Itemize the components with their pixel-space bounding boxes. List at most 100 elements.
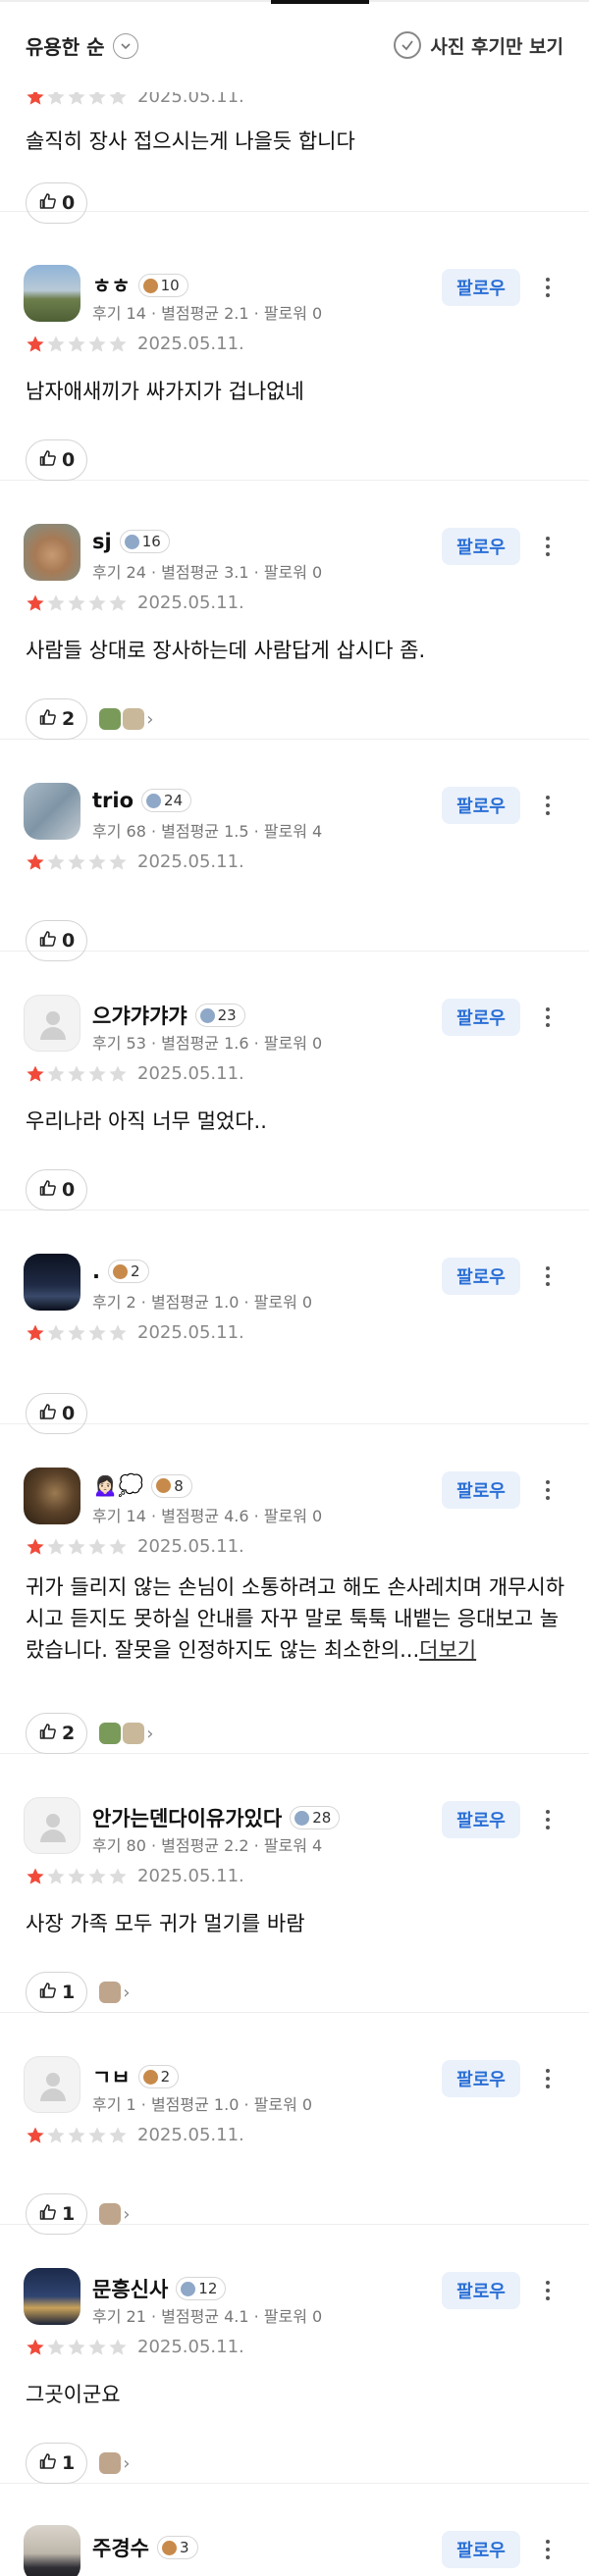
- level-icon: [181, 2281, 196, 2296]
- photo-only-label: 사진 후기만 보기: [430, 35, 563, 58]
- review-text: 사장 가족 모두 귀가 멀기를 바람: [26, 1908, 565, 1939]
- like-button[interactable]: 1: [26, 1972, 88, 2013]
- level-icon: [112, 1263, 128, 1279]
- chevron-right-icon: ›: [123, 1982, 131, 2003]
- review-text-body: 솔직히 장사 접으시는게 나을듯 합니다: [26, 129, 355, 153]
- photo-only-toggle[interactable]: 사진 후기만 보기: [394, 31, 563, 59]
- sort-dropdown[interactable]: 유용한 순: [26, 31, 138, 60]
- like-button[interactable]: 2: [26, 1713, 88, 1754]
- level-badge: 23: [194, 1004, 245, 1027]
- level-badge: 2: [107, 1260, 149, 1283]
- user-thumbnail: [123, 1723, 145, 1744]
- avatar[interactable]: [24, 2056, 80, 2113]
- level-icon: [294, 1810, 310, 1826]
- more-options-icon[interactable]: [536, 787, 560, 824]
- thumbs-up-icon: [38, 929, 58, 953]
- level-number: 12: [198, 2280, 218, 2297]
- review-date: 2025.05.11.: [137, 1536, 244, 1557]
- read-more-link[interactable]: 더보기: [419, 1638, 476, 1662]
- avatar[interactable]: [24, 1797, 80, 1854]
- more-options-icon[interactable]: [536, 1801, 560, 1838]
- reacted-users[interactable]: ›: [99, 1723, 153, 1744]
- like-button[interactable]: 1: [26, 2443, 88, 2484]
- reviewer-name-row[interactable]: trio 24: [92, 789, 192, 812]
- follow-button[interactable]: 팔로우: [442, 999, 520, 1036]
- star-rating: [26, 852, 128, 872]
- follow-button[interactable]: 팔로우: [442, 1258, 520, 1295]
- chevron-right-icon: ›: [146, 1723, 154, 1744]
- more-options-icon[interactable]: [536, 1471, 560, 1509]
- like-button[interactable]: 2: [26, 698, 88, 740]
- more-options-icon[interactable]: [536, 269, 560, 306]
- review-text-body: 사람들 상대로 장사하는데 사람답게 삽시다 좀.: [26, 639, 426, 662]
- level-icon: [124, 534, 139, 549]
- rating-row: 2025.05.11.: [26, 2337, 244, 2357]
- follow-button[interactable]: 팔로우: [442, 2531, 520, 2568]
- like-count: 0: [62, 930, 76, 952]
- thumbs-up-icon: [38, 1981, 58, 2005]
- chevron-right-icon: ›: [146, 708, 154, 730]
- reviewer-name-row[interactable]: ㅎㅎ 10: [92, 271, 188, 300]
- reacted-users[interactable]: ›: [99, 708, 153, 730]
- level-number: 10: [160, 277, 180, 294]
- follow-button[interactable]: 팔로우: [442, 528, 520, 565]
- more-options-icon[interactable]: [536, 2272, 560, 2309]
- avatar[interactable]: [24, 265, 80, 322]
- reacted-users[interactable]: ›: [99, 2203, 130, 2225]
- reviewer-name-row[interactable]: ㄱㅂ 2: [92, 2062, 180, 2091]
- user-thumbnail: [99, 2203, 122, 2225]
- thumbs-up-icon: [38, 2202, 58, 2227]
- like-count: 0: [62, 1403, 76, 1424]
- more-options-icon[interactable]: [536, 2060, 560, 2097]
- reviewer-name-row[interactable]: 문흥신사 12: [92, 2274, 227, 2303]
- avatar[interactable]: [24, 783, 80, 840]
- more-options-icon[interactable]: [536, 2531, 560, 2568]
- like-count: 2: [62, 1723, 76, 1744]
- follow-button[interactable]: 팔로우: [442, 2060, 520, 2097]
- reviewer-name-row[interactable]: 🙍🏻‍♀️💭 8: [92, 1473, 192, 1498]
- reacted-users[interactable]: ›: [99, 2452, 130, 2474]
- thumbs-up-icon: [38, 2451, 58, 2476]
- reacted-users[interactable]: ›: [99, 1982, 130, 2003]
- rating-row: 2025.05.11.: [26, 334, 244, 354]
- reviewer-name: 문흥신사: [92, 2278, 169, 2301]
- reviewer-name-row[interactable]: 으갸갸갸갸 23: [92, 1001, 245, 1030]
- star-rating: [26, 2338, 128, 2357]
- follow-button[interactable]: 팔로우: [442, 1801, 520, 1838]
- like-button[interactable]: 0: [26, 182, 88, 224]
- reviewer-name-row[interactable]: sj 16: [92, 530, 170, 553]
- more-options-icon[interactable]: [536, 528, 560, 565]
- review-text-body: 그곳이군요: [26, 2383, 121, 2406]
- avatar[interactable]: [24, 2268, 80, 2325]
- reviewer-stats: 후기 68 · 별점평균 1.5 · 팔로워 4: [92, 822, 323, 841]
- follow-button[interactable]: 팔로우: [442, 787, 520, 824]
- chevron-right-icon: ›: [123, 2203, 131, 2225]
- like-button[interactable]: 0: [26, 1169, 88, 1211]
- like-count: 0: [62, 192, 76, 214]
- reviewer-name-row[interactable]: .2: [92, 1260, 149, 1283]
- avatar[interactable]: [24, 995, 80, 1052]
- like-button[interactable]: 0: [26, 439, 88, 481]
- more-options-icon[interactable]: [536, 999, 560, 1036]
- avatar[interactable]: [24, 1254, 80, 1311]
- star-rating: [26, 2126, 128, 2145]
- more-options-icon[interactable]: [536, 1258, 560, 1295]
- level-icon: [142, 2069, 158, 2085]
- like-count: 0: [62, 449, 76, 471]
- reviewer-name: 안가는덴다이유가있다: [92, 1807, 283, 1830]
- reviewer-stats: 후기 2 · 별점평균 1.0 · 팔로워 0: [92, 1293, 313, 1312]
- sort-label: 유용한 순: [26, 35, 105, 59]
- avatar[interactable]: [24, 524, 80, 581]
- reviewer-name-row[interactable]: 주경수 3: [92, 2533, 198, 2562]
- level-badge: 12: [176, 2277, 227, 2300]
- chevron-right-icon: ›: [123, 2452, 131, 2474]
- avatar[interactable]: [24, 1468, 80, 1524]
- like-count: 1: [62, 2452, 76, 2474]
- reviewer-name-row[interactable]: 안가는덴다이유가있다 28: [92, 1803, 341, 1832]
- follow-button[interactable]: 팔로우: [442, 1471, 520, 1509]
- rating-row: 2025.05.11.: [26, 851, 244, 872]
- avatar[interactable]: [24, 2525, 80, 2576]
- level-badge: 2: [137, 2065, 180, 2088]
- follow-button[interactable]: 팔로우: [442, 2272, 520, 2309]
- follow-button[interactable]: 팔로우: [442, 269, 520, 306]
